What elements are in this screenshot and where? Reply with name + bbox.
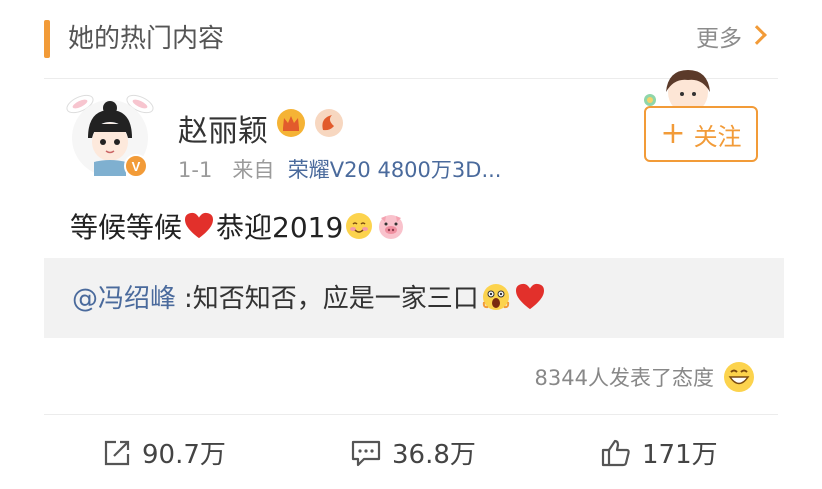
follow-button[interactable]: + 关注 bbox=[644, 106, 758, 162]
post-time: 1-1 bbox=[178, 158, 213, 182]
repost-button[interactable]: 90.7万 bbox=[102, 434, 226, 471]
quoted-text: :知否知否，应是一家三口 bbox=[184, 284, 479, 314]
divider bbox=[44, 414, 778, 415]
more-link[interactable]: 更多 bbox=[696, 20, 742, 58]
section-title: 她的热门内容 bbox=[68, 24, 225, 54]
svg-text:V: V bbox=[132, 159, 141, 174]
comment-icon bbox=[351, 440, 381, 466]
quoted-comment-text: @冯绍峰 :知否知否，应是一家三口 bbox=[72, 278, 547, 315]
quoted-comment[interactable]: @冯绍峰 :知否知否，应是一家三口 bbox=[44, 258, 784, 338]
badge-icon[interactable] bbox=[314, 108, 344, 142]
avatar[interactable]: V bbox=[66, 88, 154, 180]
heart-icon bbox=[515, 283, 544, 309]
comment-button[interactable]: 36.8万 bbox=[350, 434, 476, 471]
shocked-emoji-icon bbox=[482, 283, 509, 310]
attitude-count: 8344人发表了态度 bbox=[534, 366, 714, 390]
author-name[interactable]: 赵丽颖 bbox=[178, 106, 268, 150]
mention-link[interactable]: @冯绍峰 bbox=[72, 278, 176, 315]
repost-count: 90.7万 bbox=[142, 440, 226, 470]
heart-icon bbox=[185, 212, 214, 239]
attitude-summary[interactable]: 8344人发表了态度 bbox=[535, 360, 756, 394]
like-button[interactable]: 171万 bbox=[600, 434, 718, 471]
like-count: 171万 bbox=[642, 440, 718, 470]
follow-label: 关注 bbox=[693, 122, 742, 151]
post-text-tail: 恭迎2019 bbox=[216, 211, 344, 244]
chevron-right-icon[interactable] bbox=[747, 25, 767, 45]
blush-emoji-icon bbox=[346, 213, 373, 239]
section-header: 她的热门内容 更多 bbox=[0, 0, 822, 78]
accent-bar bbox=[44, 20, 50, 58]
laughing-emoji-icon bbox=[724, 362, 754, 392]
plus-icon: + bbox=[660, 116, 686, 151]
post-text: 等候等候 恭迎2019 bbox=[70, 206, 407, 246]
pig-emoji-icon bbox=[379, 215, 404, 239]
source-prefix: 来自 bbox=[232, 158, 275, 182]
post-source[interactable]: 荣耀V20 4800万3D... bbox=[288, 158, 502, 182]
comment-count: 36.8万 bbox=[392, 440, 476, 470]
post-meta: 1-1 来自 荣耀V20 4800万3D... bbox=[178, 154, 501, 184]
thumbs-up-icon bbox=[601, 439, 630, 466]
action-bar: 90.7万 36.8万 171万 bbox=[44, 418, 778, 488]
vip-crown-icon[interactable] bbox=[276, 108, 306, 142]
repost-icon bbox=[104, 440, 130, 465]
post-text-main: 等候等候 bbox=[70, 211, 183, 244]
